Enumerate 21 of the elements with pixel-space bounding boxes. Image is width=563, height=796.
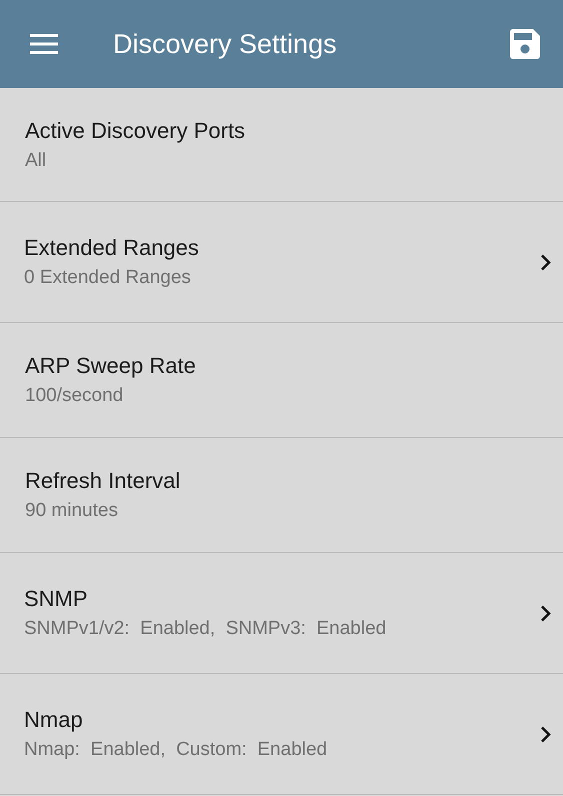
setting-title: Refresh Interval — [25, 468, 182, 494]
setting-value: 0 Extended Ranges — [24, 267, 192, 289]
settings-item[interactable]: Extended Ranges 0 Extended Ranges — [0, 202, 563, 323]
setting-value: All — [25, 150, 48, 172]
setting-title: Active Discovery Ports — [25, 118, 246, 144]
screen-title: Discovery Settings — [113, 28, 338, 60]
settings-item[interactable]: SNMP SNMPv1/v2: Enabled, SNMPv3: Enabled — [0, 553, 563, 674]
setting-title: SNMP — [24, 586, 89, 612]
setting-title: Nmap — [24, 707, 84, 733]
chevron-icon — [540, 254, 551, 270]
menu-icon[interactable] — [30, 34, 58, 54]
save-icon[interactable] — [510, 29, 540, 59]
setting-value: Nmap: Enabled, Custom: Enabled — [24, 739, 328, 761]
settings-item[interactable]: Nmap Nmap: Enabled, Custom: Enabled — [0, 674, 563, 795]
setting-title: ARP Sweep Rate — [25, 353, 197, 379]
setting-value: 100/second — [25, 385, 124, 407]
chevron-icon — [540, 604, 551, 622]
setting-value: SNMPv1/v2: Enabled, SNMPv3: Enabled — [24, 618, 388, 640]
chevron-icon — [540, 726, 551, 742]
setting-title: Extended Ranges — [24, 235, 200, 261]
setting-value: 90 minutes — [25, 500, 119, 522]
